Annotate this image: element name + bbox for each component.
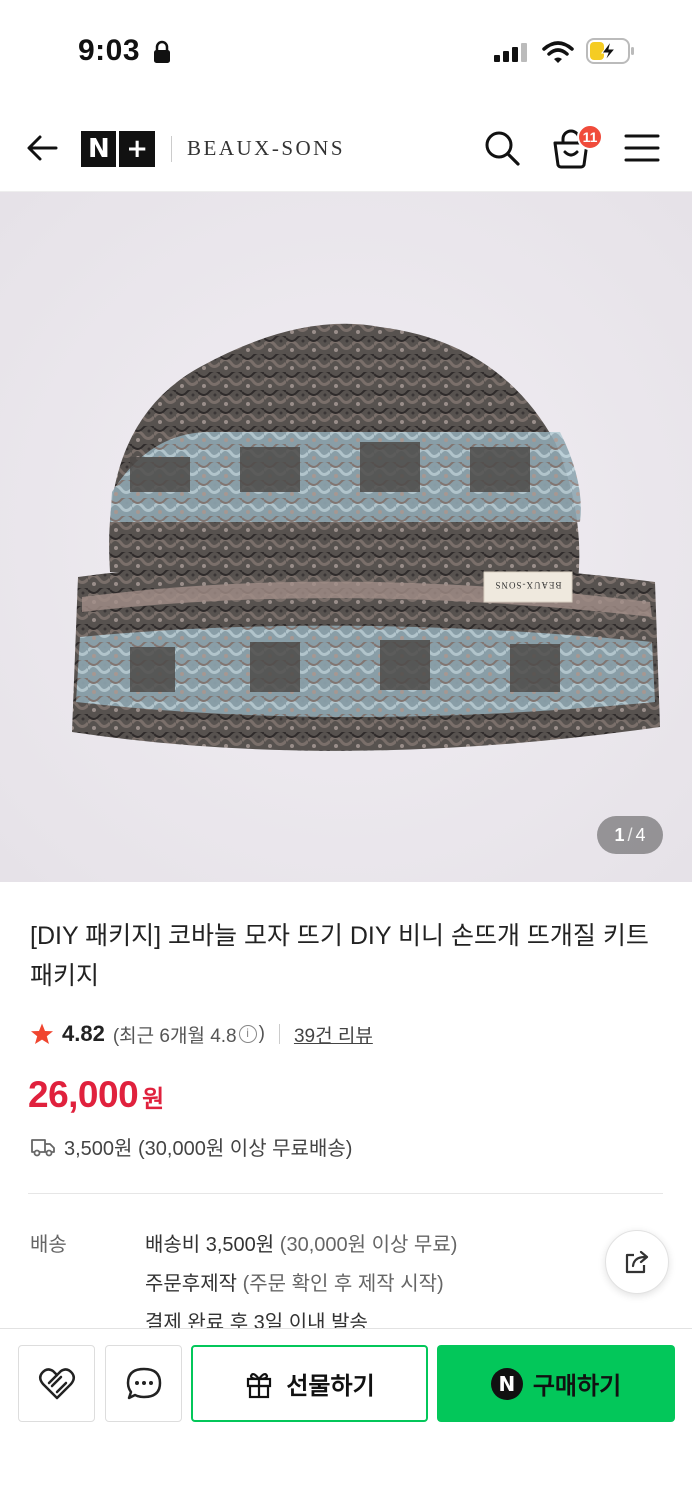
recent-rating: (최근 6개월 4.8 <box>112 1025 237 1047</box>
star-icon <box>31 1023 53 1044</box>
cart-button[interactable]: 11 <box>551 124 603 170</box>
search-icon[interactable] <box>482 128 522 168</box>
gift-button-label: 선물하기 <box>286 1373 375 1400</box>
made-to-order-note: (주문 확인 후 제작 시작) <box>242 1273 444 1295</box>
info-icon[interactable]: i <box>238 1025 257 1043</box>
heart-icon <box>38 1367 75 1399</box>
share-button[interactable] <box>605 1230 669 1294</box>
shipping-fee-text: 3,500원 (30,000원 이상 무료배송) <box>64 1138 353 1160</box>
status-time: 9:03 <box>78 34 141 67</box>
review-count-link[interactable]: 39건 리뷰 <box>294 1021 373 1048</box>
image-counter: 1 / 4 <box>597 816 663 854</box>
recent-rating-close: ) <box>258 1023 265 1044</box>
truck-icon <box>31 1138 55 1156</box>
image-counter-current: 1 <box>614 824 625 845</box>
shipping-row: 3,500원 (30,000원 이상 무료배송) <box>30 1132 352 1161</box>
gift-button[interactable]: 선물하기 <box>191 1345 428 1422</box>
rating-row: 4.82 (최근 6개월 4.8 i ) 39건 리뷰 <box>30 1018 373 1050</box>
status-bar: 9:03 <box>0 0 692 100</box>
wifi-icon <box>542 41 574 63</box>
share-icon <box>625 1250 649 1274</box>
lock-icon <box>154 40 170 63</box>
talk-button[interactable] <box>105 1345 182 1422</box>
product-title: [DIY 패키지] 코바늘 모자 뜨기 DIY 비니 손뜨개 뜨개질 키트 패키… <box>30 922 649 990</box>
chat-bubble-icon <box>126 1367 161 1399</box>
logo-divider <box>116 131 120 167</box>
price-row: 26,000 원 <box>28 1074 164 1116</box>
product-price: 26,000 <box>28 1074 139 1115</box>
made-to-order: 주문후제작 <box>145 1273 237 1295</box>
hat-label-text: BEAUX-SONS <box>494 580 562 590</box>
buy-button-label: 구매하기 <box>532 1373 622 1400</box>
brand-name[interactable]: BEAUX-SONS <box>187 136 345 161</box>
menu-icon[interactable] <box>624 132 660 164</box>
delivery-fee: 배송비 3,500원 <box>145 1234 275 1256</box>
signal-icon <box>494 43 527 62</box>
back-arrow-icon[interactable] <box>24 130 60 166</box>
app-header: N + BEAUX-SONS 11 <box>0 100 692 192</box>
delivery-label: 배송 <box>30 1234 67 1256</box>
logo-n-letter: N <box>88 134 110 164</box>
battery-charging-icon <box>586 38 634 64</box>
rating-score: 4.82 <box>62 1021 105 1046</box>
bottom-action-bar: 선물하기 N 구매하기 <box>0 1328 692 1500</box>
naverpay-n-icon: N <box>490 1367 523 1400</box>
rating-separator <box>278 1024 280 1044</box>
nplus-logo[interactable]: N + <box>81 131 155 167</box>
image-counter-total: 4 <box>635 824 646 845</box>
wishlist-button[interactable] <box>18 1345 95 1422</box>
logo-plus: + <box>126 134 148 164</box>
delivery-line-made-to-order: 주문후제작 (주문 확인 후 제작 시작) <box>145 1265 457 1304</box>
product-image[interactable]: BEAUX-SONS <box>0 192 692 882</box>
price-unit: 원 <box>142 1086 165 1113</box>
beanie-photo <box>0 192 692 882</box>
image-counter-separator: / <box>627 824 633 845</box>
gift-icon <box>247 1372 272 1398</box>
cart-count-badge: 11 <box>577 124 603 150</box>
section-divider <box>28 1193 663 1194</box>
delivery-details: 배송비 3,500원 (30,000원 이상 무료) 주문후제작 (주문 확인 … <box>145 1226 457 1343</box>
delivery-line-fee: 배송비 3,500원 (30,000원 이상 무료) <box>145 1226 457 1265</box>
delivery-fee-note: (30,000원 이상 무료) <box>279 1234 458 1256</box>
buy-button[interactable]: N 구매하기 <box>437 1345 675 1422</box>
header-separator <box>171 136 172 162</box>
